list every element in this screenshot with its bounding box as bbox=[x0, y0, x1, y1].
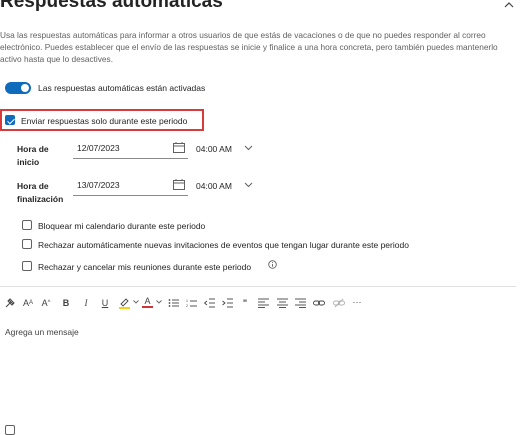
bold-button[interactable]: B bbox=[60, 297, 72, 309]
end-date-input[interactable]: 13/07/2023 bbox=[77, 180, 120, 190]
superscript-icon: ^ bbox=[47, 300, 51, 306]
remove-link-icon bbox=[333, 298, 345, 308]
chevron-down-icon[interactable] bbox=[156, 300, 162, 304]
font-size-small-icon: A bbox=[29, 300, 34, 306]
align-left-icon[interactable] bbox=[258, 298, 269, 308]
quote-button[interactable]: " bbox=[240, 297, 250, 309]
chevron-up-icon[interactable] bbox=[502, 0, 516, 12]
font-color-button[interactable]: A bbox=[141, 296, 154, 308]
message-editor[interactable]: Agrega un mensaje bbox=[5, 327, 79, 337]
start-time-label: Hora de inicio bbox=[17, 143, 49, 169]
start-time-label-line1: Hora de bbox=[17, 144, 49, 154]
font-color-label: A bbox=[144, 296, 151, 306]
description-text: Usa las respuestas automáticas para info… bbox=[0, 30, 498, 64]
italic-button[interactable]: I bbox=[80, 297, 92, 309]
grow-font-button[interactable]: A ^ bbox=[39, 297, 53, 309]
bottom-checkbox[interactable] bbox=[5, 425, 15, 435]
send-period-checkbox[interactable] bbox=[5, 115, 15, 125]
font-color-swatch bbox=[142, 306, 153, 308]
underline-button[interactable]: U bbox=[99, 297, 111, 309]
chevron-down-icon[interactable] bbox=[133, 300, 139, 304]
page-title: Respuestas automáticas bbox=[0, 0, 223, 12]
send-period-label: Enviar respuestas solo durante este peri… bbox=[21, 116, 188, 126]
chevron-down-icon[interactable] bbox=[244, 182, 253, 188]
start-date-input[interactable]: 12/07/2023 bbox=[77, 143, 120, 153]
auto-reply-toggle[interactable] bbox=[5, 82, 31, 94]
align-center-icon[interactable] bbox=[277, 298, 288, 308]
svg-text:1: 1 bbox=[186, 299, 188, 303]
font-size-button[interactable]: AA bbox=[21, 297, 35, 309]
block-calendar-label: Bloquear mi calendario durante este peri… bbox=[38, 221, 206, 231]
end-time-select[interactable]: 04:00 AM bbox=[196, 181, 232, 191]
decline-invites-checkbox[interactable] bbox=[22, 239, 32, 249]
decrease-indent-icon[interactable] bbox=[204, 298, 215, 308]
info-icon[interactable] bbox=[268, 260, 277, 269]
auto-reply-toggle-label: Las respuestas automáticas están activad… bbox=[38, 83, 206, 93]
end-time-label-line1: Hora de bbox=[17, 181, 49, 191]
end-date-underline bbox=[73, 195, 188, 196]
format-painter-icon[interactable] bbox=[4, 297, 16, 309]
svg-text:2: 2 bbox=[186, 304, 188, 308]
start-date-underline bbox=[73, 158, 188, 159]
toolbar-divider bbox=[0, 286, 516, 287]
start-time-label-line2: inicio bbox=[17, 157, 40, 167]
numbered-list-icon[interactable]: 1 2 bbox=[186, 298, 197, 308]
chevron-down-icon[interactable] bbox=[244, 145, 253, 151]
calendar-icon[interactable] bbox=[173, 179, 185, 190]
highlighter-icon[interactable] bbox=[118, 296, 131, 309]
start-time-select[interactable]: 04:00 AM bbox=[196, 144, 232, 154]
more-options-button[interactable]: ··· bbox=[350, 296, 364, 308]
cancel-meetings-label: Rechazar y cancelar mis reuniones durant… bbox=[38, 262, 252, 272]
end-time-label-line2: finalización bbox=[17, 194, 64, 204]
bullet-list-icon[interactable] bbox=[168, 298, 179, 308]
cancel-meetings-checkbox[interactable] bbox=[22, 261, 32, 271]
calendar-icon[interactable] bbox=[173, 142, 185, 153]
link-icon[interactable] bbox=[313, 298, 325, 308]
increase-indent-icon[interactable] bbox=[222, 298, 233, 308]
end-time-label: Hora de finalización bbox=[17, 180, 63, 206]
block-calendar-checkbox[interactable] bbox=[22, 220, 32, 230]
align-right-icon[interactable] bbox=[295, 298, 306, 308]
decline-invites-label: Rechazar automáticamente nuevas invitaci… bbox=[38, 240, 409, 250]
